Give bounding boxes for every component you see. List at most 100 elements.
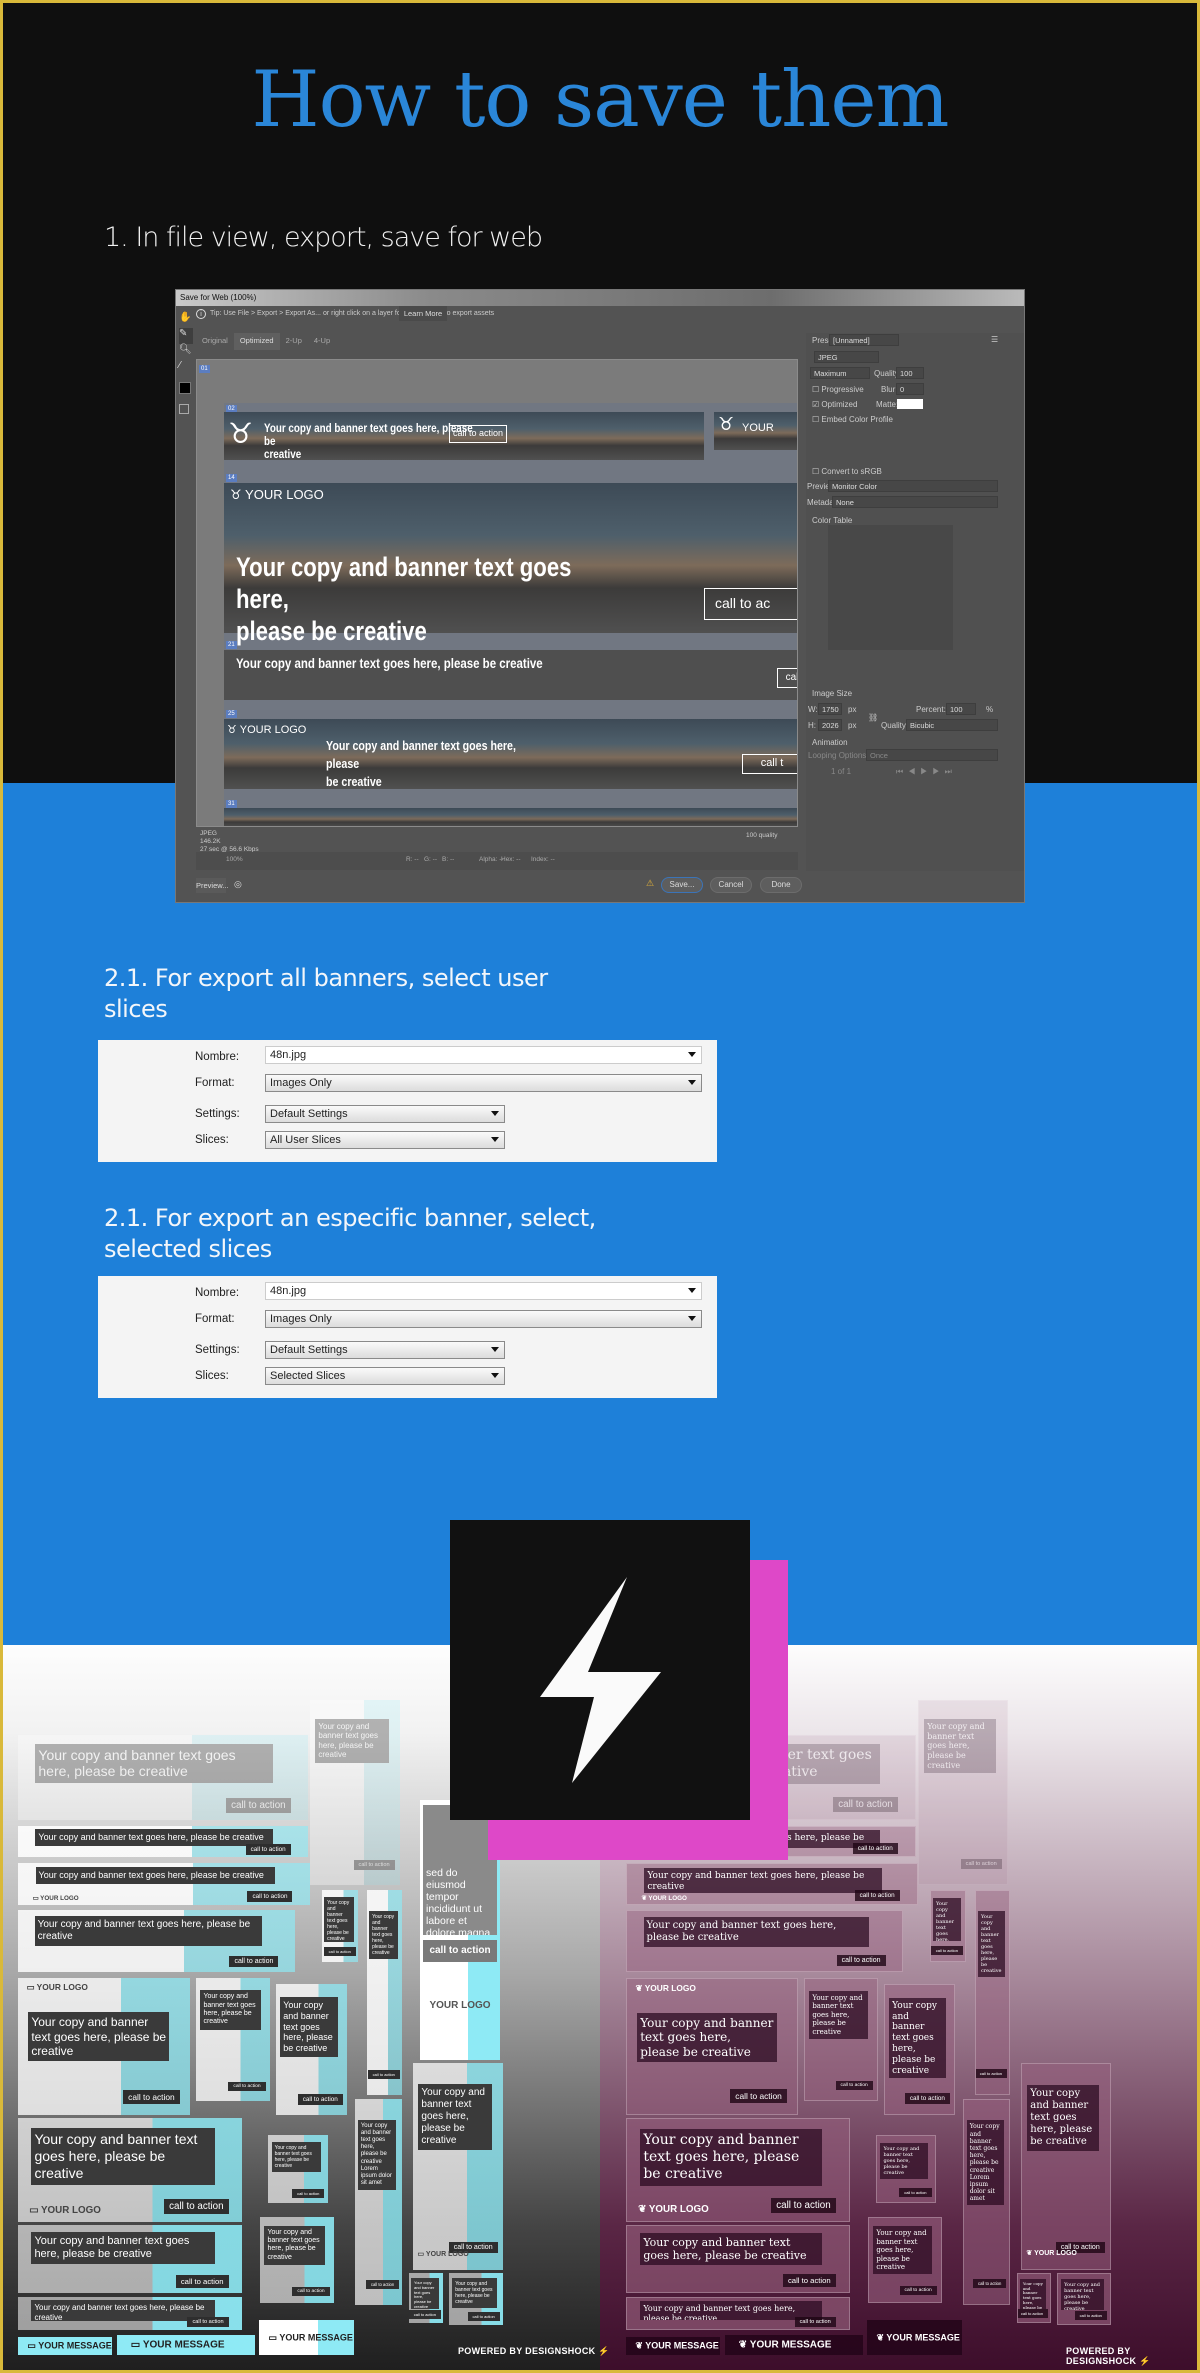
banner-mockup: Your copy and banner text goes here, ple… [409, 2273, 443, 2323]
settings-select[interactable]: Default Settings [265, 1341, 505, 1359]
resample-select[interactable]: Bicubic [906, 719, 998, 731]
progressive-checkbox[interactable]: ☐ Progressive [812, 385, 864, 394]
name-input[interactable]: 48n.jpg [265, 1046, 702, 1064]
page-title: How to save them [251, 55, 950, 145]
browser-preview-icon[interactable]: ◎ [234, 879, 242, 890]
cta-button[interactable]: call to action [164, 2198, 229, 2214]
zoom-tool-icon[interactable]: 🔍︎ [179, 344, 193, 360]
slice-select-tool-icon[interactable]: ✎ [179, 328, 193, 344]
format-select[interactable]: Images Only [265, 1074, 702, 1092]
format-select[interactable]: Images Only [265, 1310, 702, 1328]
format-select[interactable]: JPEG [814, 351, 879, 363]
image-size-label: Image Size [812, 689, 853, 698]
cta-button[interactable]: call to action [782, 2273, 836, 2287]
cta-button[interactable]: call to action [899, 2286, 937, 2296]
cta-button[interactable]: call to action [245, 1843, 291, 1855]
settings-select[interactable]: Default Settings [265, 1105, 505, 1123]
tab-4-up[interactable]: 4-Up [308, 333, 336, 350]
cta-button[interactable]: call to action [1074, 2311, 1107, 2320]
cta-button[interactable]: call to action [904, 2092, 950, 2104]
banner-mockup: Your copy and banner text goes here, ple… [1057, 2273, 1111, 2325]
cta-button[interactable]: call to action [931, 1946, 963, 1956]
preview-canvas[interactable]: 01 02 ♉︎ Your copy and banner text goes … [196, 359, 798, 827]
cta-button[interactable]: call to action [123, 2090, 180, 2105]
cta-button[interactable]: call to action [852, 1842, 898, 1854]
learn-more-button[interactable]: Learn More [399, 306, 447, 321]
link-icon[interactable]: ⛓ [868, 713, 878, 722]
cta-button[interactable]: call to action [175, 2274, 229, 2288]
compression-select[interactable]: Maximum [810, 367, 870, 379]
embed-profile-checkbox[interactable]: ☐ Embed Color Profile [812, 415, 893, 424]
cta-button[interactable]: call to action [292, 2287, 330, 2297]
cta-button[interactable]: call to action [835, 2081, 873, 2091]
preview-button[interactable]: Preview... [196, 878, 229, 893]
width-input[interactable]: 1750 [818, 703, 842, 715]
blur-input[interactable]: 0 [896, 383, 924, 395]
banner-mockup: Your copy and banner text goes here, ple… [868, 2217, 942, 2303]
eyedropper-tool-icon[interactable]: ⁄ [179, 360, 193, 378]
srgb-checkbox[interactable]: ☐ Convert to sRGB [812, 467, 882, 476]
cta-button[interactable]: call to action [323, 1947, 356, 1957]
cta-button[interactable]: call to action [226, 1798, 291, 1814]
tip-text: Tip: Use File > Export > Export As... or… [210, 310, 495, 317]
banner-mockup: Your copy and banner text goes here, ple… [18, 1910, 295, 1972]
optimized-checkbox[interactable]: ☑ Optimized [812, 400, 857, 409]
matte-swatch[interactable] [897, 399, 923, 409]
cta-button[interactable]: call to action [1018, 2309, 1049, 2319]
powered-by-text: POWERED BY DESIGNSHOCK ⚡ [458, 2346, 610, 2356]
cta-button[interactable]: call to action [960, 1859, 1002, 1870]
hand-tool-icon[interactable]: ✋ [179, 312, 193, 328]
cta-button[interactable]: call to action [367, 2069, 400, 2079]
cta-button[interactable]: call to action [353, 1860, 395, 1871]
eyedropper-color-swatch[interactable] [179, 382, 191, 394]
tab-2-up[interactable]: 2-Up [280, 333, 308, 350]
panel-menu-icon[interactable]: ☰ [991, 335, 998, 344]
banner-mockup: Your copy and banner text goes here, ple… [626, 1978, 798, 2115]
done-button[interactable]: Done [760, 877, 802, 893]
metadata-select[interactable]: None [832, 496, 998, 508]
cta-button[interactable]: call to action [899, 2187, 932, 2197]
quality-input[interactable]: 100 [896, 367, 924, 379]
animation-controls[interactable]: ⏮◀▶▶⏭ [896, 767, 957, 777]
cta-button[interactable]: call to action [228, 2082, 266, 2092]
cta-button[interactable]: call to action [247, 1890, 293, 1902]
slices-select[interactable]: Selected Slices [265, 1367, 505, 1385]
cta-button[interactable]: call to action [833, 1797, 898, 1813]
banner-mockup: Your copy and banner text goes here, ple… [260, 2217, 334, 2303]
cta-button[interactable]: call to action [976, 2068, 1008, 2078]
cta-button[interactable]: call to action [794, 2316, 836, 2327]
height-input[interactable]: 2026 [818, 719, 842, 731]
cta-button[interactable]: call to action [365, 2279, 400, 2289]
cta-button[interactable]: call to action [467, 2311, 500, 2321]
banner-mockup: Your copy and banner text goes here, ple… [626, 2297, 850, 2330]
percent-input[interactable]: 100 [946, 703, 976, 715]
cta-button[interactable]: call to action [187, 2317, 229, 2328]
cta-button[interactable]: call to action [297, 2093, 343, 2105]
cta-button[interactable]: call to action [836, 1955, 886, 1967]
tab-optimized[interactable]: Optimized [233, 333, 280, 350]
save-button[interactable]: Save... [661, 877, 703, 893]
matte-label: Matte: [876, 400, 899, 409]
looping-select[interactable]: Once [866, 749, 998, 761]
tab-original[interactable]: Original [196, 333, 234, 350]
cta-button[interactable]: call to action [409, 2310, 441, 2319]
cta-button[interactable]: call to action [423, 1940, 497, 1962]
zoom-level[interactable]: 100% [226, 856, 243, 863]
preset-select[interactable]: [Unnamed] [829, 334, 899, 346]
cta-button[interactable]: call to action [292, 2188, 325, 2198]
dropdown-arrow-icon [491, 1347, 499, 1352]
banner-copy: Your copy and banner text goes here, ple… [640, 2232, 823, 2265]
cta-button[interactable]: call to action [854, 1889, 900, 1901]
cta-button[interactable]: call to action [771, 2197, 836, 2213]
toggle-slices-icon[interactable] [179, 404, 189, 414]
preview-select[interactable]: Monitor Color [828, 480, 998, 492]
name-input[interactable]: 48n.jpg [265, 1282, 702, 1300]
banner-mockup: Your copy and banner text goes here, ple… [18, 1735, 308, 1820]
cancel-button[interactable]: Cancel [710, 877, 752, 893]
animation-label: Animation [812, 738, 848, 747]
cta-button[interactable]: call to action [730, 2089, 787, 2104]
cta-button[interactable]: call to action [229, 1956, 279, 1968]
slices-select[interactable]: All User Slices [265, 1131, 505, 1149]
cta-button: call to action [449, 425, 507, 443]
cta-button[interactable]: call to action [973, 2278, 1007, 2288]
